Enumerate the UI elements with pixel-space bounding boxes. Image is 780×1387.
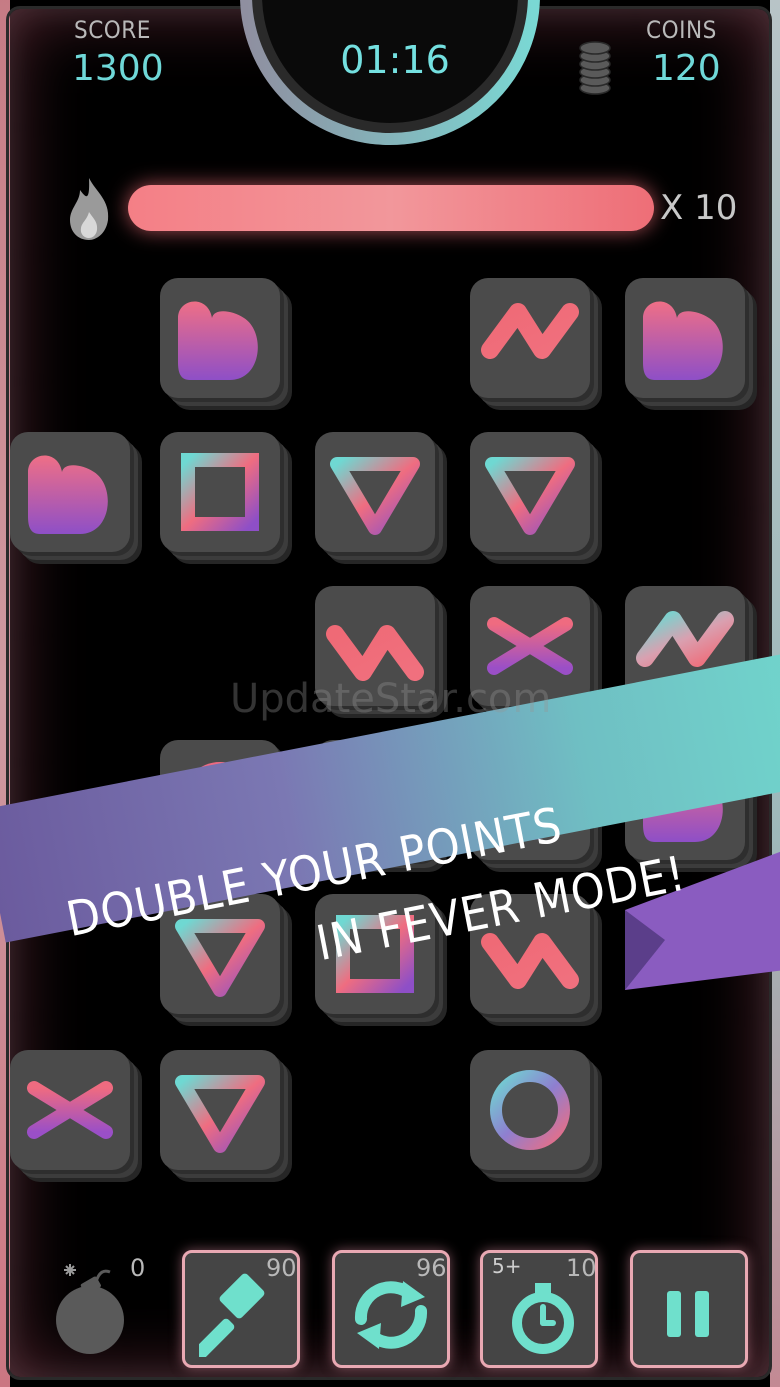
coin-stack-icon — [579, 41, 611, 95]
coins-label: COINS — [646, 16, 717, 44]
hammer-icon — [199, 1273, 265, 1357]
watermark: UpdateStar.com — [230, 676, 552, 722]
timer-display: 01:16 — [340, 38, 450, 82]
fever-progress-bar — [128, 185, 654, 231]
shuffle-icon — [354, 1281, 428, 1349]
bomb-count: 0 — [130, 1254, 146, 1282]
tile-heart[interactable] — [10, 432, 130, 552]
shuffle-count: 96 — [416, 1254, 447, 1282]
flame-icon — [70, 178, 109, 240]
tile-square-loop[interactable] — [160, 432, 280, 552]
time-bonus-label: 5+ — [492, 1254, 522, 1278]
pause-button[interactable] — [630, 1250, 748, 1368]
tile-triangle[interactable] — [470, 432, 590, 552]
time-bonus-count: 10 — [566, 1254, 597, 1282]
tile-zigzag[interactable] — [470, 278, 590, 398]
coins-value: 120 — [652, 48, 721, 89]
tile-triangle[interactable] — [315, 432, 435, 552]
score-label: SCORE — [74, 16, 151, 44]
score-value: 1300 — [72, 48, 164, 89]
fever-multiplier: X 10 — [660, 188, 738, 228]
tile-heart[interactable] — [160, 278, 280, 398]
pause-icon — [667, 1291, 709, 1337]
tile-ring[interactable] — [470, 1050, 590, 1170]
stopwatch-icon — [512, 1283, 574, 1354]
tile-asterisk[interactable] — [10, 1050, 130, 1170]
left-edge-glow — [0, 0, 10, 1387]
bomb-icon[interactable] — [50, 1260, 140, 1360]
hammer-count: 90 — [266, 1254, 297, 1282]
tile-heart[interactable] — [625, 278, 745, 398]
tile-triangle[interactable] — [160, 1050, 280, 1170]
